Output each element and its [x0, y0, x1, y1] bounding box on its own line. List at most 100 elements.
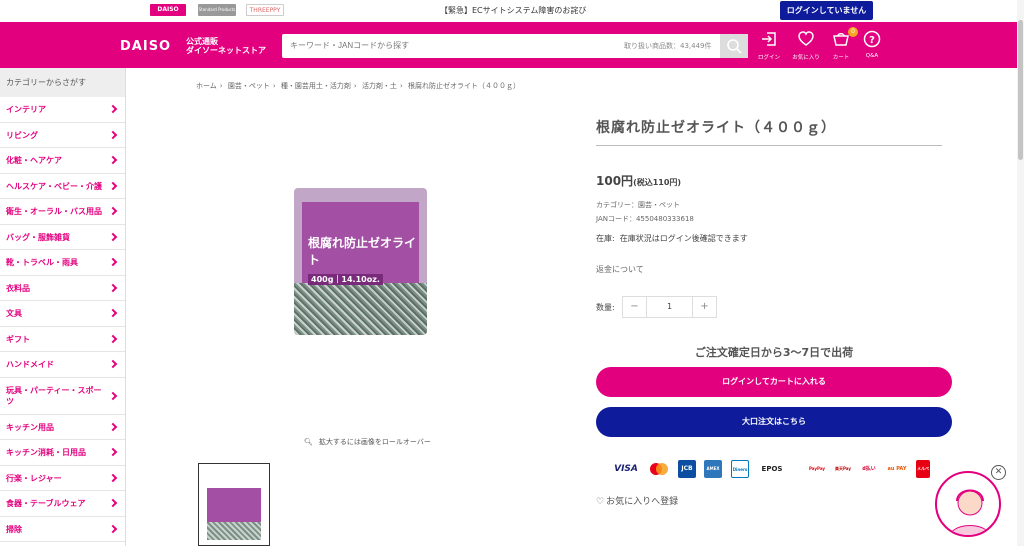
zoom-hint-text: 拡大するには画像をロールオーバー	[318, 438, 431, 446]
sidebar-item-tableware[interactable]: 食器・テーブルウェア	[0, 491, 125, 517]
favorites-label: お気に入り	[792, 55, 820, 61]
brand-tab-threeppy[interactable]: THREEPPY	[246, 4, 284, 16]
breadcrumb-seeds-soil[interactable]: 種・園芸用土・活力剤	[281, 82, 351, 90]
sidebar-item-label: 食器・テーブルウェア	[6, 499, 86, 508]
brand-tab-standard-products[interactable]: Standard Products	[198, 4, 236, 16]
chat-close-button[interactable]: ✕	[991, 465, 1006, 480]
thumbnail-gravel	[207, 522, 261, 540]
sidebar-item-label: バッグ・服飾雑貨	[6, 232, 70, 242]
d-payment-logo: d払い	[862, 466, 876, 472]
sidebar-item-shoes-travel[interactable]: 靴・トラベル・雨具	[0, 250, 125, 276]
chevron-right-icon	[108, 104, 118, 114]
stock-status: 在庫: 在庫状況はログイン後確認できます	[596, 233, 748, 244]
sidebar-item-label: 化粧・ヘアケア	[6, 156, 62, 165]
sidebar-item-toys[interactable]: 玩具・パーティー・スポーツ	[0, 378, 125, 415]
chevron-right-icon	[108, 308, 118, 318]
site-header: DAISO 公式通販 ダイソーネットストア 取り扱い商品数：43,449件 ログ…	[0, 22, 1024, 68]
sidebar-heading: カテゴリーからさがす	[0, 68, 125, 97]
stock-value: 在庫状況はログイン後確認できます	[619, 234, 748, 243]
favorites-link[interactable]: お気に入り	[789, 30, 823, 61]
paypay-logo: PayPay	[808, 466, 825, 471]
login-label: ログイン	[757, 55, 780, 61]
sidebar-item-interior[interactable]: インテリア	[0, 97, 125, 123]
sidebar-item-handmade[interactable]: ハンドメイド	[0, 352, 125, 378]
scrollbar-thumb[interactable]	[1018, 20, 1023, 160]
chevron-right-icon	[108, 524, 118, 533]
chevron-right-icon	[108, 232, 118, 241]
sidebar-item-label: 行楽・レジャー	[6, 473, 62, 483]
chevron-right-icon	[108, 391, 118, 400]
chevron-right-icon	[108, 257, 118, 267]
bulk-order-button[interactable]: 大口注文はこちら	[596, 407, 952, 437]
svg-text:?: ?	[869, 35, 875, 46]
daiso-logo[interactable]: DAISO	[120, 39, 171, 54]
sidebar-item-cleaning[interactable]: 掃除	[0, 517, 125, 542]
sidebar-item-bags[interactable]: バッグ・服飾雑貨	[0, 225, 125, 250]
qa-link[interactable]: ? Q&A	[855, 30, 889, 59]
favorites-text: お気に入りへ登録	[606, 497, 679, 507]
chevron-right-icon	[108, 422, 118, 431]
brand-tab-daiso[interactable]: DAISO	[150, 4, 186, 16]
chat-assistant-avatar[interactable]	[935, 471, 1001, 537]
emergency-notice-link[interactable]: 【緊急】ECサイトシステム障害のお詫び	[440, 5, 586, 16]
rakuten-pay-logo: 楽天Pay	[834, 466, 851, 471]
zoom-hint: 🔍︎ 拡大するには画像をロールオーバー	[304, 437, 431, 447]
login-add-to-cart-button[interactable]: ログインしてカートに入れる	[596, 367, 952, 397]
price-tax: (税込110円)	[633, 178, 682, 187]
product-title: 根腐れ防止ゼオライト（４００ｇ）	[596, 120, 836, 136]
stock-label: 在庫:	[596, 234, 615, 243]
item-count: 取り扱い商品数：43,449件	[624, 42, 712, 50]
search-input[interactable]	[290, 34, 590, 58]
sidebar-item-label: 衣料品	[6, 283, 30, 293]
store-name[interactable]: 公式通販 ダイソーネットストア	[186, 37, 266, 55]
product-image[interactable]: 根腐れ防止ゼオライト 400g｜14.10oz.	[294, 188, 427, 335]
sidebar-item-stationery[interactable]: 文具	[0, 301, 125, 327]
sidebar-item-label: 文具	[6, 309, 22, 318]
package-title: 根腐れ防止ゼオライト	[308, 236, 417, 267]
mastercard-logo	[648, 460, 670, 478]
sidebar-item-gift[interactable]: ギフト	[0, 327, 125, 352]
sidebar-item-leisure[interactable]: 行楽・レジャー	[0, 466, 125, 491]
login-status-button[interactable]: ログインしていません	[780, 1, 873, 20]
sidebar-item-label: キッチン消耗・日用品	[6, 448, 86, 457]
quantity-plus-button[interactable]: +	[692, 297, 716, 317]
search-icon	[727, 39, 742, 54]
product-jan: JANコード：4550480333618	[596, 215, 694, 223]
merpay-logo: メルペイ	[916, 460, 930, 489]
sidebar-item-healthcare[interactable]: ヘルスケア・ベビー・介護	[0, 174, 125, 199]
sidebar-item-kitchen-consumables[interactable]: キッチン消耗・日用品	[0, 440, 125, 466]
help-icon: ?	[863, 30, 881, 48]
quantity-input[interactable]: 1	[647, 297, 692, 317]
sidebar-item-clothing[interactable]: 衣料品	[0, 276, 125, 301]
page-scrollbar[interactable]	[1017, 0, 1024, 546]
jcb-logo: JCB	[678, 460, 696, 478]
chevron-right-icon	[108, 206, 118, 216]
product-price: 100円(税込110円)	[596, 172, 681, 189]
sidebar-item-kitchen[interactable]: キッチン用品	[0, 415, 125, 440]
sidebar-item-living[interactable]: リビング	[0, 123, 125, 148]
sidebar-item-label: 靴・トラベル・雨具	[6, 258, 78, 267]
amex-logo: AMEX	[704, 460, 722, 478]
title-divider	[596, 145, 942, 146]
breadcrumb-home[interactable]: ホーム	[196, 82, 217, 90]
login-link[interactable]: ログイン	[752, 30, 786, 61]
search-button[interactable]	[720, 34, 748, 58]
sidebar-item-cosmetics[interactable]: 化粧・ヘアケア	[0, 148, 125, 174]
chevron-right-icon	[108, 447, 118, 457]
chevron-right-icon	[108, 181, 118, 190]
visa-logo: VISA	[614, 464, 638, 474]
refund-link[interactable]: 返金について	[596, 264, 644, 275]
sidebar-item-hygiene[interactable]: 衛生・オーラル・バス用品	[0, 199, 125, 225]
sidebar-item-label: ギフト	[6, 334, 30, 344]
quantity-minus-button[interactable]: −	[623, 297, 647, 317]
breadcrumb-fertilizer[interactable]: 活力剤・土	[362, 82, 397, 90]
heart-outline-icon: ♡	[596, 497, 605, 507]
sidebar-item-label: 衛生・オーラル・バス用品	[6, 207, 102, 216]
product-thumbnail[interactable]	[198, 463, 270, 546]
search-bar: 取り扱い商品数：43,449件	[282, 34, 748, 58]
cart-label: カート	[832, 55, 850, 61]
chevron-right-icon	[108, 498, 118, 508]
cart-link[interactable]: 0 カート	[824, 27, 858, 61]
breadcrumb-garden-pet[interactable]: 園芸・ペット	[228, 82, 270, 90]
add-to-favorites-link[interactable]: ♡ お気に入りへ登録	[596, 494, 678, 507]
